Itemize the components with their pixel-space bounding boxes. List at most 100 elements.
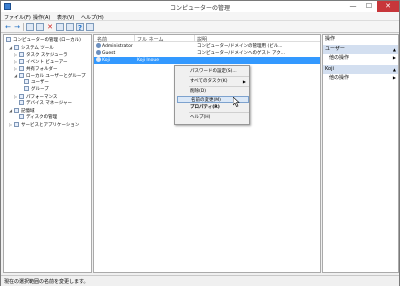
computer-management-icon xyxy=(6,37,11,42)
collapse-icon: ▲ xyxy=(392,47,396,52)
user-name: Koji xyxy=(102,58,110,63)
submenu-arrow-icon: ▶ xyxy=(392,55,396,60)
tree-item-label: サービスとアプリケーション xyxy=(21,123,80,128)
user-name-cell: Koji xyxy=(96,57,110,64)
table-row[interactable]: Administrator コンピューター/ドメインの管理用 (ビル... xyxy=(94,43,320,50)
shared-folder-icon xyxy=(19,66,24,71)
user-description-cell: コンピューター/ドメインへのゲスト アク... xyxy=(197,51,286,56)
collapse-icon: ▲ xyxy=(392,67,396,72)
actions-pane: 操作 ユーザー ▲ 他の操作 ▶ Koji ▲ 他の操作 ▶ xyxy=(322,34,399,273)
disk-icon xyxy=(19,114,24,119)
actions-header: 操作 xyxy=(325,36,336,42)
mouse-pointer-icon xyxy=(233,97,240,107)
tree-item-label: ディスクの管理 xyxy=(26,115,58,120)
submenu-arrow-icon: ▶ xyxy=(392,75,396,80)
column-fullname[interactable]: フル ネーム xyxy=(137,36,163,43)
minimize-button[interactable]: — xyxy=(345,1,361,12)
title-bar: コンピューターの管理 — ☐ ✕ xyxy=(1,1,399,12)
back-arrow-icon[interactable]: ← xyxy=(4,23,12,31)
tree-item-disk-management[interactable]: ディスクの管理 xyxy=(19,114,57,121)
column-header-row: 名前 フル ネーム 説明 xyxy=(94,35,320,43)
help-icon[interactable]: ? xyxy=(76,23,84,32)
tree-item-device-manager[interactable]: デバイス マネージャー xyxy=(19,100,72,107)
tree-item-shared-folders[interactable]: ▷ 共有フォルダー xyxy=(14,65,58,72)
tree-item-label: デバイス マネージャー xyxy=(26,101,72,106)
column-name[interactable]: 名前 xyxy=(97,36,107,43)
menu-separator xyxy=(189,86,249,87)
menu-file[interactable]: ファイル(F) xyxy=(4,14,31,21)
context-menu: パスワードの設定(S)... すべてのタスク(K) ▶ 削除(D) 名前の変更(M… xyxy=(174,65,250,125)
tree-item-label: コンピューターの管理 (ローカル) xyxy=(13,38,81,43)
tree-item-task-scheduler[interactable]: ▷ タスク スケジューラ xyxy=(14,51,68,58)
user-description-cell: コンピューター/ドメインの管理用 (ビル... xyxy=(197,44,283,49)
tree-item-event-viewer[interactable]: ▷ イベント ビューアー xyxy=(14,58,67,65)
user-icon xyxy=(96,50,101,55)
properties-icon[interactable] xyxy=(56,23,64,31)
context-help[interactable]: ヘルプ(H) xyxy=(177,114,249,121)
export-list-icon[interactable] xyxy=(86,23,94,31)
user-icon xyxy=(96,43,101,48)
folder-up-icon[interactable] xyxy=(26,23,34,31)
console-tree: コンピューターの管理 (ローカル) ◢ システム ツール ▷ タスク スケジューラ … xyxy=(3,34,92,273)
refresh-icon[interactable] xyxy=(66,23,74,31)
table-row[interactable]: Guest コンピューター/ドメインへのゲスト アク... xyxy=(94,50,320,57)
window-title: コンピューターの管理 xyxy=(169,5,230,12)
section-label: Koji xyxy=(325,66,334,72)
tree-item-performance[interactable]: ▷ パフォーマンス xyxy=(14,93,57,100)
tree-item-users[interactable]: ユーザー xyxy=(24,79,49,86)
storage-icon xyxy=(14,108,19,113)
actions-section-koji[interactable]: Koji ▲ xyxy=(323,65,398,74)
tree-item-services-applications[interactable]: ▷ サービスとアプリケーション xyxy=(9,121,79,128)
close-button[interactable]: ✕ xyxy=(377,1,399,12)
menu-action[interactable]: 操作(A) xyxy=(33,14,50,21)
status-text: 現在の選択範囲の名前を変更します。 xyxy=(4,279,89,285)
menu-help[interactable]: ヘルプ(H) xyxy=(81,14,104,21)
column-separator[interactable] xyxy=(194,35,195,42)
context-delete[interactable]: 削除(D) xyxy=(177,88,249,95)
tree-item-groups[interactable]: グループ xyxy=(24,86,49,93)
user-fullname-cell: Koji Inoue xyxy=(137,58,159,63)
action-label: 他の操作 xyxy=(329,55,350,61)
tree-item-storage[interactable]: ◢ 記憶域 xyxy=(9,107,35,114)
column-separator[interactable] xyxy=(134,35,135,42)
device-manager-icon xyxy=(19,100,24,105)
toolbar-separator xyxy=(23,23,24,31)
context-set-password[interactable]: パスワードの設定(S)... xyxy=(177,68,249,75)
services-icon xyxy=(14,122,19,127)
section-label: ユーザー xyxy=(325,46,345,52)
status-bar: 現在の選択範囲の名前を変更します。 xyxy=(1,275,399,286)
clock-icon xyxy=(19,52,24,57)
menu-bar: ファイル(F) 操作(A) 表示(V) ヘルプ(H) xyxy=(1,12,399,21)
tree-item-label: ユーザー xyxy=(31,80,49,85)
action-more-actions[interactable]: 他の操作 ▶ xyxy=(323,54,398,62)
delete-icon[interactable]: ✕ xyxy=(46,23,54,31)
tree-item-computer-management[interactable]: コンピューターの管理 (ローカル) xyxy=(6,37,81,44)
actions-section-users[interactable]: ユーザー ▲ xyxy=(323,45,398,54)
users-icon xyxy=(19,73,24,78)
tools-icon xyxy=(14,45,19,50)
context-all-tasks[interactable]: すべてのタスク(K) ▶ xyxy=(177,78,249,85)
tree-item-local-users-groups[interactable]: ◢ ローカル ユーザーとグループ xyxy=(14,72,86,79)
action-label: 他の操作 xyxy=(329,75,350,81)
user-name-cell: Administrator xyxy=(96,43,133,50)
folder-icon xyxy=(24,79,29,84)
tree-item-system-tools[interactable]: ◢ システム ツール xyxy=(9,44,54,51)
folder-icon xyxy=(24,86,29,91)
maximize-button[interactable]: ☐ xyxy=(361,1,377,12)
event-viewer-icon xyxy=(19,59,24,64)
user-icon xyxy=(96,57,101,62)
action-more-actions[interactable]: 他の操作 ▶ xyxy=(323,74,398,82)
show-hide-tree-icon[interactable] xyxy=(36,23,44,31)
column-description[interactable]: 説明 xyxy=(197,36,207,43)
tree-item-label: グループ xyxy=(31,87,49,92)
user-name: Guest xyxy=(102,51,116,56)
menu-item-label: すべてのタスク(K) xyxy=(190,79,228,84)
menu-separator xyxy=(189,112,249,113)
toolbar: ← → ✕ ? xyxy=(1,21,399,33)
submenu-arrow-icon: ▶ xyxy=(242,79,246,84)
menu-separator xyxy=(189,76,249,77)
table-row-selected[interactable]: Koji Koji Inoue xyxy=(94,57,320,64)
forward-arrow-icon[interactable]: → xyxy=(13,23,21,31)
user-name: Administrator xyxy=(102,44,133,49)
menu-view[interactable]: 表示(V) xyxy=(57,14,74,21)
